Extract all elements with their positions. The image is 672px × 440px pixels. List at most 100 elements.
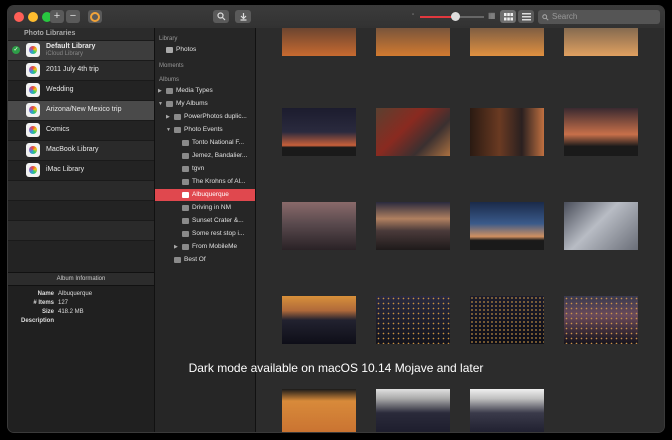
sidebar-label: Photo Events (184, 126, 223, 133)
slider-knob[interactable] (451, 12, 461, 21)
photo-thumbnail[interactable] (564, 108, 638, 156)
photo-thumbnail[interactable] (564, 202, 638, 250)
library-name: iMac Library (46, 166, 85, 173)
active-check-icon: ✓ (12, 46, 20, 54)
sidebar-label: PowerPhotos duplic... (184, 113, 247, 120)
download-icon (240, 13, 246, 21)
photo-thumbnail[interactable] (282, 389, 356, 432)
sidebar-item-event[interactable]: Jemez, Bandalier... (155, 150, 255, 162)
disclosure-right-icon[interactable]: ▶ (158, 85, 162, 97)
sidebar-label: The Krohns of Al... (192, 178, 246, 185)
photo-thumbnail[interactable] (470, 296, 544, 344)
magnifier-icon (216, 12, 225, 21)
sidebar-item-event[interactable]: Sunset Crater &... (155, 215, 255, 227)
photo-thumbnail[interactable] (282, 296, 356, 344)
sidebar-label: Media Types (176, 87, 213, 94)
photo-thumbnail[interactable] (376, 108, 450, 156)
library-row[interactable]: Wedding (8, 80, 154, 100)
photo-thumbnail[interactable] (376, 28, 450, 56)
sidebar-label: My Albums (176, 100, 208, 107)
empty-row (8, 180, 154, 200)
library-name: MacBook Library (46, 146, 99, 153)
download-button[interactable] (235, 10, 251, 23)
sidebar-item-my-albums[interactable]: ▼ My Albums (155, 98, 255, 110)
photos-app-button[interactable] (88, 10, 102, 23)
library-row-default[interactable]: ✓ Default Library iCloud Library (8, 40, 154, 60)
thumbnail-size-slider[interactable] (420, 12, 484, 21)
photos-library-icon (26, 83, 40, 97)
disclosure-down-icon[interactable]: ▼ (166, 124, 171, 136)
photo-thumbnail[interactable] (376, 389, 450, 432)
album-icon (182, 140, 189, 146)
album-icon (182, 166, 189, 172)
search-tool-button[interactable] (213, 10, 229, 23)
sidebar-label: Jemez, Bandalier... (192, 152, 248, 159)
library-row[interactable]: iMac Library (8, 160, 154, 180)
library-row[interactable]: Comics (8, 120, 154, 140)
sidebar-item-photos[interactable]: Photos (155, 44, 255, 56)
sidebar-item-event[interactable]: Driving in NM (155, 202, 255, 214)
sidebar-item-albuquerque-selected[interactable]: Albuquerque (155, 189, 255, 201)
folder-icon (166, 88, 173, 94)
photo-thumbnail[interactable] (470, 108, 544, 156)
photo-thumbnail[interactable] (376, 296, 450, 344)
photo-thumbnail[interactable] (470, 28, 544, 56)
section-moments[interactable]: Moments (159, 63, 184, 69)
remove-library-button[interactable]: − (66, 10, 80, 23)
info-value: Albuquerque (58, 291, 93, 297)
library-row[interactable]: Arizona/New Mexico trip (8, 100, 154, 120)
sidebar-item-event[interactable]: tgvn (155, 163, 255, 175)
photo-thumbnail[interactable] (282, 28, 356, 56)
grid-view-button[interactable] (500, 10, 516, 23)
sidebar-label: Some rest stop i... (192, 230, 245, 237)
folder-icon (166, 101, 173, 107)
album-icon (182, 192, 189, 198)
photos-library-icon (26, 103, 40, 117)
info-value: 418.2 MB (58, 309, 84, 315)
photo-thumbnail[interactable] (470, 389, 544, 432)
sidebar-label: Driving in NM (192, 204, 232, 211)
search-field[interactable]: Search (538, 10, 660, 24)
sidebar-item-powerphotos[interactable]: ▶ PowerPhotos duplic... (155, 111, 255, 123)
photo-thumbnail[interactable] (564, 28, 638, 56)
photos-library-icon (26, 123, 40, 137)
photo-thumbnail[interactable] (282, 108, 356, 156)
sidebar-label: Photos (176, 46, 197, 53)
sidebar-item-event[interactable]: Tonto National F... (155, 137, 255, 149)
disclosure-down-icon[interactable]: ▼ (158, 98, 163, 110)
photo-thumbnail[interactable] (470, 202, 544, 250)
photo-thumbnail[interactable] (376, 202, 450, 250)
sidebar-item-from-mobileme[interactable]: ▶ From MobileMe (155, 241, 255, 253)
list-view-button[interactable] (518, 10, 534, 23)
sidebar-label: Albuquerque (192, 191, 229, 198)
minimize-window-button[interactable] (28, 12, 38, 22)
folder-icon (174, 127, 181, 133)
sidebar-label: Sunset Crater &... (192, 217, 244, 224)
photos-app-icon (90, 11, 100, 22)
sidebar-item-event[interactable]: The Krohns of Al... (155, 176, 255, 188)
info-value: 127 (58, 300, 69, 306)
album-icon (182, 231, 189, 237)
photos-library-icon (26, 43, 40, 57)
library-row[interactable]: 2011 July 4th trip (8, 60, 154, 80)
sidebar-item-photo-events[interactable]: ▼ Photo Events (155, 124, 255, 136)
library-name: Arizona/New Mexico trip (46, 106, 122, 113)
sidebar-item-media-types[interactable]: ▶ Media Types (155, 85, 255, 97)
sidebar-item-event[interactable]: Some rest stop i... (155, 228, 255, 240)
album-icon (174, 257, 181, 263)
search-icon (542, 13, 549, 21)
photo-thumbnail[interactable] (564, 296, 638, 344)
sidebar-item-best-of[interactable]: Best Of (155, 254, 255, 266)
photo-thumbnail[interactable] (282, 202, 356, 250)
add-library-button[interactable]: + (50, 10, 64, 23)
disclosure-right-icon[interactable]: ▶ (166, 111, 170, 123)
small-thumb-icon: ▫ (412, 12, 415, 18)
sidebar-label: tgvn (192, 165, 205, 172)
info-label: Name (37, 291, 54, 297)
library-row[interactable]: MacBook Library (8, 140, 154, 160)
close-window-button[interactable] (14, 12, 24, 22)
library-list-header: Photo Libraries (8, 28, 154, 40)
photos-icon (166, 47, 173, 53)
photos-library-icon (26, 143, 40, 157)
disclosure-right-icon[interactable]: ▶ (174, 241, 178, 253)
